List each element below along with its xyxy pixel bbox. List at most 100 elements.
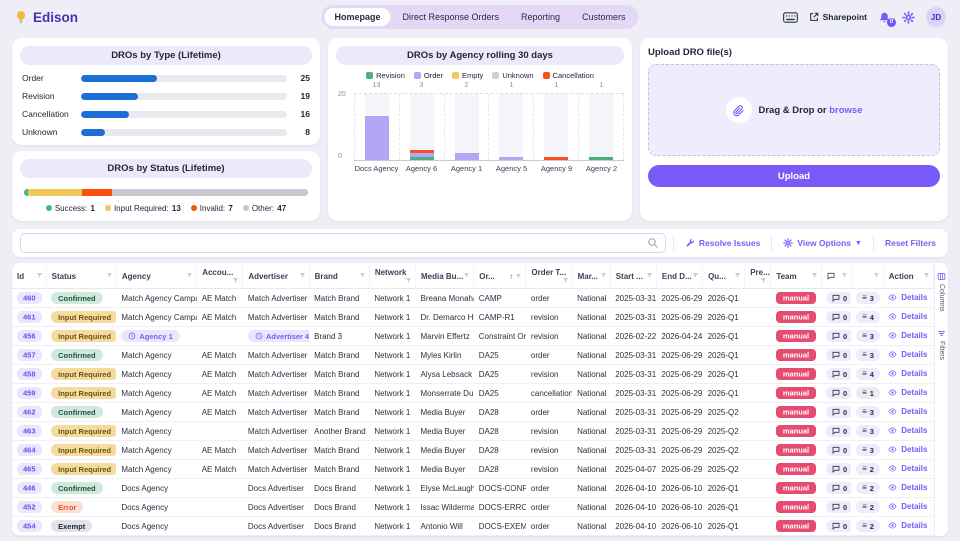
row-id-badge[interactable]: 454 <box>17 520 42 532</box>
settings-button[interactable] <box>902 11 915 24</box>
details-link[interactable]: Details <box>888 464 927 473</box>
upload-button[interactable]: Upload <box>648 165 940 187</box>
funnel-icon[interactable] <box>873 272 880 279</box>
funnel-icon[interactable] <box>760 277 767 284</box>
col-header-action[interactable]: Action <box>883 263 933 289</box>
items-badge[interactable]: ≡3 <box>856 349 880 361</box>
row-id-badge[interactable]: 460 <box>17 292 42 304</box>
items-badge[interactable]: ≡3 <box>856 330 880 342</box>
col-header-start_date[interactable]: Start ... <box>610 263 656 289</box>
resolve-issues-button[interactable]: Resolve Issues <box>681 238 764 248</box>
col-header-status[interactable]: Status <box>46 263 116 289</box>
comments-badge[interactable]: 0 <box>826 444 851 456</box>
funnel-icon[interactable] <box>562 277 569 284</box>
items-badge[interactable]: ≡2 <box>856 501 880 513</box>
col-header-order_number[interactable]: Or...↑ <box>474 263 526 289</box>
pending-match-pill[interactable]: Agency 1 <box>121 330 179 342</box>
row-id-badge[interactable]: 462 <box>17 406 42 418</box>
details-link[interactable]: Details <box>888 312 927 321</box>
browse-link[interactable]: browse <box>829 105 862 116</box>
nav-tab-homepage[interactable]: Homepage <box>324 8 390 26</box>
details-link[interactable]: Details <box>888 293 927 302</box>
col-header-market[interactable]: Mar... <box>572 263 610 289</box>
funnel-icon[interactable] <box>811 272 818 279</box>
nav-tab-reporting[interactable]: Reporting <box>511 8 570 26</box>
col-header-comments[interactable] <box>821 263 851 289</box>
comments-badge[interactable]: 0 <box>826 425 851 437</box>
comments-badge[interactable]: 0 <box>826 330 851 342</box>
items-badge[interactable]: ≡3 <box>856 406 880 418</box>
details-link[interactable]: Details <box>888 502 927 511</box>
comments-badge[interactable]: 0 <box>826 311 851 323</box>
sharepoint-link[interactable]: Sharepoint <box>809 12 867 22</box>
col-header-order_type[interactable]: Order T... <box>526 263 572 289</box>
col-header-end_date[interactable]: End D... <box>656 263 702 289</box>
keyboard-icon[interactable] <box>783 12 798 23</box>
row-id-badge[interactable]: 452 <box>17 501 42 513</box>
col-header-brand[interactable]: Brand <box>309 263 369 289</box>
row-id-badge[interactable]: 458 <box>17 368 42 380</box>
comments-badge[interactable]: 0 <box>826 292 851 304</box>
comments-badge[interactable]: 0 <box>826 349 851 361</box>
col-header-pre[interactable]: Pre... <box>745 263 771 289</box>
view-options-button[interactable]: View Options ▼ <box>779 238 866 248</box>
row-id-badge[interactable]: 446 <box>17 482 42 494</box>
funnel-icon[interactable] <box>692 272 699 279</box>
details-link[interactable]: Details <box>888 483 927 492</box>
search-input[interactable] <box>20 233 666 253</box>
col-header-account[interactable]: Accou... <box>197 263 243 289</box>
col-header-agency[interactable]: Agency <box>116 263 196 289</box>
funnel-icon[interactable] <box>515 273 522 280</box>
col-header-network[interactable]: Network <box>369 263 415 289</box>
details-link[interactable]: Details <box>888 407 927 416</box>
funnel-icon[interactable] <box>463 272 470 279</box>
details-link[interactable]: Details <box>888 331 927 340</box>
items-badge[interactable]: ≡3 <box>856 444 880 456</box>
items-badge[interactable]: ≡1 <box>856 387 880 399</box>
side-tab-filters[interactable]: Filters <box>937 328 946 360</box>
col-header-team[interactable]: Team <box>771 263 821 289</box>
funnel-icon[interactable] <box>841 272 848 279</box>
row-id-badge[interactable]: 464 <box>17 444 42 456</box>
funnel-icon[interactable] <box>36 272 43 279</box>
details-link[interactable]: Details <box>888 445 927 454</box>
items-badge[interactable]: ≡2 <box>856 520 880 532</box>
col-header-advertiser[interactable]: Advertiser <box>243 263 309 289</box>
side-tab-columns[interactable]: Columns <box>937 271 946 312</box>
comments-badge[interactable]: 0 <box>826 482 851 494</box>
items-badge[interactable]: ≡3 <box>856 292 880 304</box>
comments-badge[interactable]: 0 <box>826 387 851 399</box>
row-id-badge[interactable]: 456 <box>17 330 42 342</box>
row-id-badge[interactable]: 457 <box>17 349 42 361</box>
row-id-badge[interactable]: 459 <box>17 387 42 399</box>
col-header-media_buyer[interactable]: Media Bu... <box>416 263 474 289</box>
funnel-icon[interactable] <box>405 277 412 284</box>
comments-badge[interactable]: 0 <box>826 520 851 532</box>
avatar[interactable]: JD <box>926 7 946 27</box>
items-badge[interactable]: ≡4 <box>856 311 880 323</box>
comments-badge[interactable]: 0 <box>826 463 851 475</box>
dropzone[interactable]: Drag & Drop or browse <box>648 64 940 156</box>
items-badge[interactable]: ≡2 <box>856 482 880 494</box>
funnel-icon[interactable] <box>299 272 306 279</box>
details-link[interactable]: Details <box>888 350 927 359</box>
items-badge[interactable]: ≡4 <box>856 368 880 380</box>
notifications-button[interactable]: 0 <box>878 11 891 24</box>
details-link[interactable]: Details <box>888 369 927 378</box>
funnel-icon[interactable] <box>359 272 366 279</box>
comments-badge[interactable]: 0 <box>826 406 851 418</box>
nav-tab-customers[interactable]: Customers <box>572 8 636 26</box>
funnel-icon[interactable] <box>923 272 930 279</box>
comments-badge[interactable]: 0 <box>826 368 851 380</box>
pending-match-pill[interactable]: Advertiser 4 <box>248 330 309 342</box>
row-id-badge[interactable]: 463 <box>17 425 42 437</box>
row-id-badge[interactable]: 465 <box>17 463 42 475</box>
col-header-items[interactable] <box>851 263 883 289</box>
funnel-icon[interactable] <box>232 277 239 284</box>
row-id-badge[interactable]: 461 <box>17 311 42 323</box>
funnel-icon[interactable] <box>186 272 193 279</box>
details-link[interactable]: Details <box>888 388 927 397</box>
items-badge[interactable]: ≡2 <box>856 463 880 475</box>
funnel-icon[interactable] <box>734 272 741 279</box>
reset-filters-button[interactable]: Reset Filters <box>881 238 940 248</box>
